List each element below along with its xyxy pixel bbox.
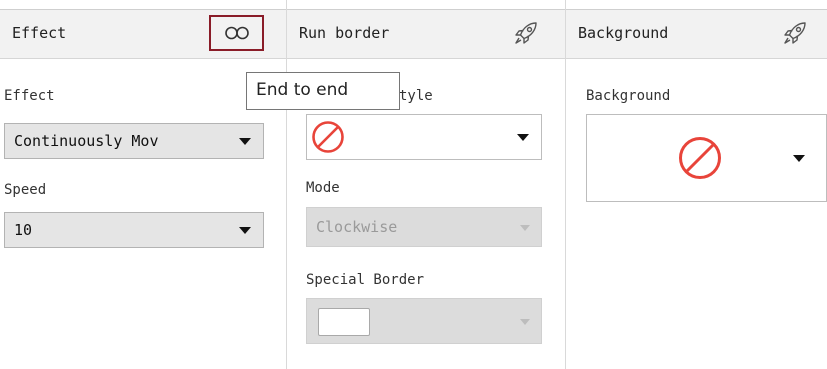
mode-label: Mode: [306, 180, 340, 196]
run-border-header-title: Run border: [299, 24, 390, 42]
chevron-down-icon: [239, 227, 251, 234]
no-entry-icon: [312, 121, 344, 153]
style-label: tyle: [399, 88, 433, 104]
run-border-panel: Run border tyle Mode Clockwise Special B…: [287, 0, 566, 369]
background-select[interactable]: [586, 114, 827, 202]
background-header: Background: [566, 9, 827, 59]
mode-select[interactable]: Clockwise: [306, 207, 542, 247]
effect-label: Effect: [4, 88, 55, 104]
special-border-label: Special Border: [306, 272, 425, 288]
run-border-header: Run border: [287, 9, 565, 59]
border-style-select[interactable]: [306, 114, 542, 160]
rocket-icon: [515, 22, 537, 44]
background-label: Background: [586, 88, 671, 104]
special-border-select[interactable]: [306, 298, 542, 344]
chevron-down-icon: [239, 138, 251, 145]
effect-header: Effect: [0, 9, 286, 59]
chevron-down-icon: [520, 319, 530, 325]
background-run-button[interactable]: [773, 16, 817, 50]
no-entry-icon: [679, 137, 721, 179]
end-to-end-button[interactable]: [209, 15, 264, 51]
effect-panel: Effect Effect Continuously Mov Speed 10: [0, 0, 287, 369]
background-header-title: Background: [578, 24, 669, 42]
speed-select[interactable]: 10: [4, 212, 264, 248]
end-to-end-tooltip: End to end: [246, 72, 400, 110]
effect-select-value: Continuously Mov: [14, 132, 159, 150]
speed-select-value: 10: [14, 221, 33, 239]
effect-header-title: Effect: [12, 24, 67, 42]
mode-select-value: Clockwise: [316, 218, 398, 236]
rocket-icon: [784, 22, 806, 44]
speed-label: Speed: [4, 182, 47, 198]
chevron-down-icon: [793, 155, 805, 162]
border-swatch: [318, 308, 370, 336]
background-panel: Background Background: [566, 0, 827, 369]
chevron-down-icon: [517, 134, 529, 141]
link-icon: [224, 26, 249, 40]
effect-select[interactable]: Continuously Mov: [4, 123, 264, 159]
run-border-run-button[interactable]: [504, 16, 548, 50]
chevron-down-icon: [520, 225, 530, 231]
